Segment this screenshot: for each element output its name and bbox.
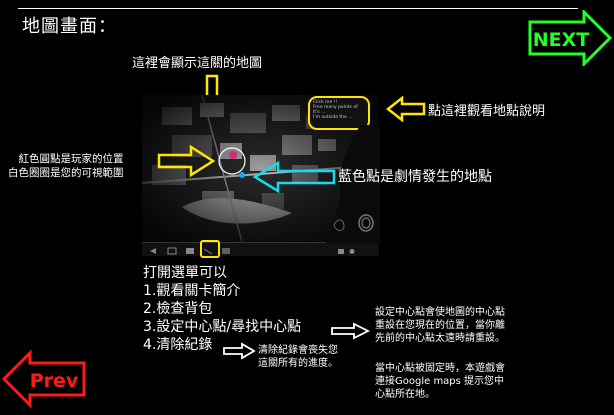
menu-item-center-point: 3.設定中心點/尋找中心點 [143, 319, 302, 335]
note-line: 清除紀錄會喪失您 [258, 345, 338, 356]
prev-label: Prev [30, 370, 79, 392]
event-location-dot [239, 172, 245, 178]
white-arrow-icon [331, 322, 370, 340]
menu-item-intro: 1.觀看關卡簡介 [143, 283, 241, 299]
signal-icon [349, 249, 355, 254]
menu-button-highlight [200, 240, 220, 258]
note-line: 當中心點被固定時，本遊戲會 [375, 363, 505, 374]
menu-instructions: 打開選單可以 1.觀看關卡簡介 2.檢查背包 3.設定中心點/尋找中心點 4.清… [143, 264, 301, 354]
menu-item-backpack: 2.檢查背包 [143, 301, 213, 317]
note-line: 重設在您現在的位置，當你離 [375, 320, 505, 331]
header-divider [18, 8, 578, 9]
popup-line: I'm outside the ... [313, 115, 353, 120]
event-dot-explanation: 藍色點是劇情發生的地點 [338, 169, 492, 185]
menu-icon[interactable] [222, 248, 230, 254]
center-point-note: 設定中心點會使地圖的中心點 重設在您現在的位置，當你離 先前的中心點太遠時請重設… [375, 306, 505, 345]
fixed-center-note: 當中心點被固定時，本遊戲會 連接Google maps 提示您中 心點所在地。 [375, 362, 505, 401]
next-button[interactable]: NEXT [528, 10, 612, 66]
white-circle-line: 白色圈圈是您的可視範圍 [8, 167, 124, 179]
back-icon[interactable] [150, 248, 156, 254]
recent-apps-icon[interactable] [186, 248, 194, 254]
note-line: 心點所在地。 [375, 389, 435, 400]
red-dot-line: 紅色圓點是玩家的位置 [18, 153, 124, 165]
prev-button[interactable]: Prev [2, 350, 86, 408]
note-line: 設定中心點會使地圖的中心點 [375, 307, 505, 318]
note-line: 連接Google maps 提示您中 [375, 376, 505, 387]
player-dot-explanation: 紅色圓點是玩家的位置 白色圈圈是您的可視範圍 [8, 152, 124, 180]
tap-hint-label: 點這裡觀看地點說明 [428, 104, 546, 119]
left-arrow-icon [386, 96, 426, 122]
player-position-dot [229, 151, 237, 159]
right-arrow-icon [157, 144, 215, 178]
home-icon[interactable] [167, 247, 177, 255]
battery-icon [338, 249, 344, 254]
note-line: 先前的中心點太遠時請重設。 [375, 333, 505, 344]
page-title: 地圖畫面： [22, 16, 117, 37]
clear-record-note: 清除紀錄會喪失您 這關所有的進度。 [258, 344, 338, 370]
white-arrow-icon [223, 342, 256, 360]
menu-heading: 打開選單可以 [143, 265, 227, 281]
next-label: NEXT [533, 29, 590, 51]
cyan-left-arrow-icon [252, 160, 336, 194]
note-line: 這關所有的進度。 [258, 358, 338, 369]
map-caption: 這裡會顯示這關的地圖 [132, 56, 263, 71]
